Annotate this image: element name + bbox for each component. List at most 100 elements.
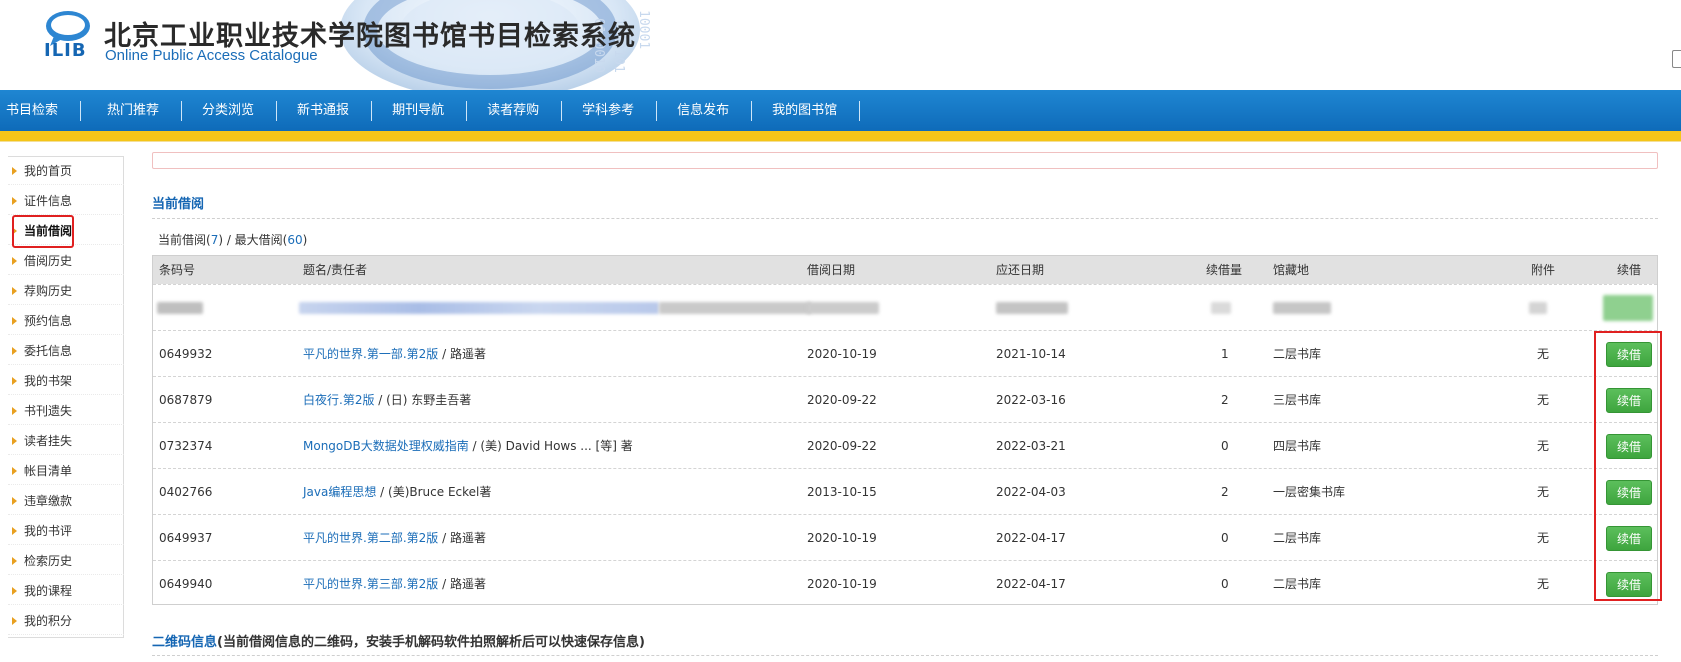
arrow-right-icon [12,197,17,205]
table-header: 条码号 题名/责任者 借阅日期 应还日期 续借量 馆藏地 附件 续借 [153,256,1657,284]
sidebar-item-lost-items[interactable]: 书刊遗失 [8,397,124,425]
qr-divider [152,655,1658,656]
due-date-cell: 2022-04-17 [996,531,1066,545]
due-date-cell: 2022-04-03 [996,485,1066,499]
col-renew-count: 续借量 [1206,263,1243,277]
book-title-link[interactable]: MongoDB大数据处理权威指南 [303,439,469,453]
nav-item-category-browse[interactable]: 分类浏览 [182,100,278,121]
renew-button[interactable]: 续借 [1606,388,1652,413]
redacted-borrow-date [807,302,879,314]
renew-count-cell: 1 [1221,347,1229,361]
sidebar-item-label: 检索历史 [24,554,73,568]
search-input[interactable] [152,152,1658,169]
sidebar-item-current-loans[interactable]: 当前借阅 [8,217,124,245]
borrow-date-cell: 2020-10-19 [807,347,877,361]
sidebar-item-delegations[interactable]: 委托信息 [8,337,124,365]
redacted-location [1273,302,1331,314]
table-row: 0649940 平凡的世界.第三部.第2版 / 路遥著 2020-10-19 2… [153,560,1657,606]
sidebar-item-points[interactable]: 我的积分 [8,607,124,635]
site-subtitle: Online Public Access Catalogue [105,47,318,64]
arrow-right-icon [12,527,17,535]
qr-title-note: (当前借阅信息的二维码，安装手机解码软件拍照解析后可以快速保存信息) [217,635,645,650]
location-cell: 二层书库 [1273,531,1322,545]
redacted-renew-count [1211,302,1231,314]
arrow-right-icon [12,617,17,625]
borrow-date-cell: 2020-10-19 [807,531,877,545]
barcode-cell: 0732374 [159,439,213,453]
borrow-date-cell: 2020-10-19 [807,577,877,591]
renew-button[interactable]: 续借 [1606,526,1652,551]
sidebar-item-label: 我的积分 [24,614,73,628]
nav-item-subject-reference[interactable]: 学科参考 [562,100,658,121]
sidebar-item-accounts[interactable]: 帐目清单 [8,457,124,485]
title-cell: 白夜行.第2版 / (日) 东野圭吾著 [303,377,471,423]
sidebar-item-loan-history[interactable]: 借阅历史 [8,247,124,275]
sidebar-item-home[interactable]: 我的首页 [8,157,124,185]
book-title-link[interactable]: 平凡的世界.第一部.第2版 [303,347,438,361]
nav-item-catalog-search[interactable]: 书目检索 [0,100,82,121]
sidebar-item-label: 借阅历史 [24,254,73,268]
renew-count-cell: 0 [1221,577,1229,591]
nav-accent-line [0,141,1681,142]
sidebar-item-report-loss[interactable]: 读者挂失 [8,427,124,455]
renew-count-cell: 0 [1221,531,1229,545]
redacted-author [659,302,811,314]
location-cell: 三层书库 [1273,393,1322,407]
sidebar-item-label: 当前借阅 [24,224,73,238]
section-divider [152,218,1658,219]
title-cell: 平凡的世界.第二部.第2版 / 路遥著 [303,515,486,561]
sidebar-item-card-info[interactable]: 证件信息 [8,187,124,215]
due-date-cell: 2022-03-21 [996,439,1066,453]
sidebar-item-courses[interactable]: 我的课程 [8,577,124,605]
sidebar-item-label: 荐购历史 [24,284,73,298]
redacted-due-date [996,302,1068,314]
sidebar-item-recommend-history[interactable]: 荐购历史 [8,277,124,305]
book-title-link[interactable]: 白夜行.第2版 [303,393,374,407]
title-cell: MongoDB大数据处理权威指南 / (美) David Hows ... [等… [303,423,633,469]
nav-item-reader-recommend[interactable]: 读者荐购 [467,100,563,121]
location-cell: 一层密集书库 [1273,485,1346,499]
attachment-cell: 无 [1537,347,1550,361]
renew-button[interactable]: 续借 [1606,434,1652,459]
sidebar-item-reservations[interactable]: 预约信息 [8,307,124,335]
location-cell: 二层书库 [1273,347,1322,361]
book-title-link[interactable]: 平凡的世界.第三部.第2版 [303,577,438,591]
borrow-date-cell: 2020-09-22 [807,439,877,453]
nav-item-journals[interactable]: 期刊导航 [372,100,468,121]
col-title-author: 题名/责任者 [303,263,368,277]
attachment-cell: 无 [1537,531,1550,545]
sidebar-item-reviews[interactable]: 我的书评 [8,517,124,545]
col-attachment: 附件 [1531,263,1556,277]
nav-item-hot-recommend[interactable]: 热门推荐 [81,100,183,121]
sidebar-item-label: 读者挂失 [24,434,73,448]
renew-button[interactable]: 续借 [1606,480,1652,505]
count-prefix: 当前借阅( [158,233,211,247]
sidebar-item-bookshelf[interactable]: 我的书架 [8,367,124,395]
book-title-link[interactable]: 平凡的世界.第二部.第2版 [303,531,438,545]
sidebar-item-label: 违章缴款 [24,494,73,508]
nav-item-announcements[interactable]: 信息发布 [657,100,753,121]
attachment-cell: 无 [1537,485,1550,499]
arrow-right-icon [12,227,17,235]
renew-count-cell: 2 [1221,485,1229,499]
book-title-link[interactable]: Java编程思想 [303,485,376,499]
col-renew: 续借 [1617,263,1642,277]
nav-item-new-books[interactable]: 新书通报 [277,100,373,121]
renew-button[interactable]: 续借 [1606,572,1652,597]
arrow-right-icon [12,437,17,445]
renew-button[interactable]: 续借 [1606,342,1652,367]
sidebar-item-fines[interactable]: 违章缴款 [8,487,124,515]
table-row: 0402766 Java编程思想 / (美)Bruce Eckel著 2013-… [153,468,1657,514]
loan-count: 当前借阅(7) / 最大借阅(60) [158,231,307,248]
nav-item-my-library[interactable]: 我的图书馆 [752,100,861,121]
arrow-right-icon [12,557,17,565]
redacted-renew-button [1603,295,1653,321]
max-count: 60 [287,233,303,247]
table-row: 0687879 白夜行.第2版 / (日) 东野圭吾著 2020-09-22 2… [153,376,1657,422]
borrow-date-cell: 2020-09-22 [807,393,877,407]
barcode-cell: 0649940 [159,577,213,591]
attachment-cell: 无 [1537,439,1550,453]
sidebar-item-search-history[interactable]: 检索历史 [8,547,124,575]
loans-table: 条码号 题名/责任者 借阅日期 应还日期 续借量 馆藏地 附件 续借 06499… [152,255,1658,605]
location-cell: 四层书库 [1273,439,1322,453]
